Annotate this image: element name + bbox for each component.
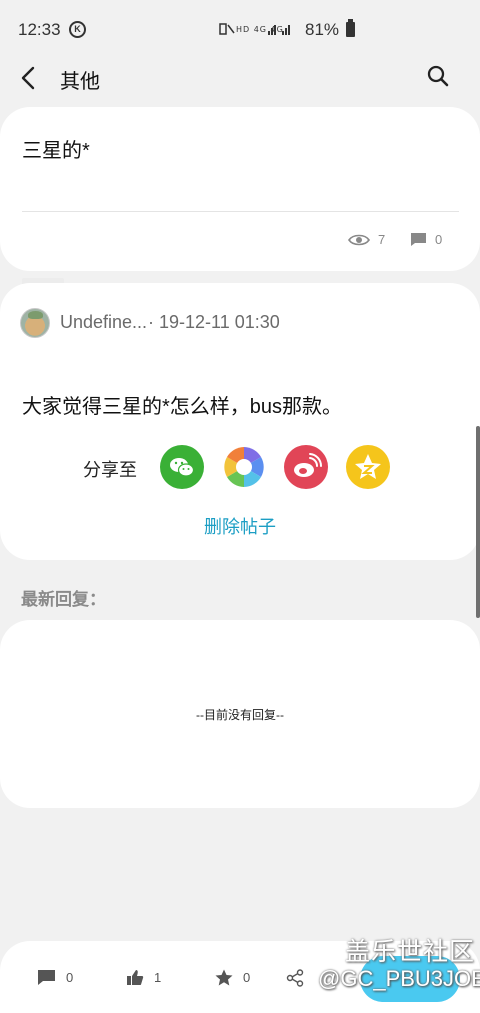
delete-post-button[interactable]: 删除帖子 — [0, 513, 480, 539]
post-header-card: 三星的* 新帖 7 0 — [0, 107, 480, 301]
status-bar: 12:33 K HD 4G 4G 81% — [0, 0, 480, 58]
watermark-handle: @GC_PBU3JOE — [318, 966, 480, 991]
views-count: 7 — [378, 232, 386, 247]
page-title: 其他 — [60, 71, 100, 93]
status-time: 12:33 — [18, 20, 61, 39]
share-label: 分享至 — [83, 460, 137, 480]
search-button[interactable] — [424, 62, 454, 92]
back-button[interactable] — [16, 62, 44, 94]
weibo-glyph-icon — [294, 453, 323, 477]
header: 其他 — [0, 58, 480, 98]
favorite-action[interactable]: 0 — [215, 969, 250, 986]
thumbs-up-icon — [127, 970, 144, 985]
comments-stat: 0 — [410, 232, 442, 247]
wechat-icon[interactable] — [160, 445, 204, 489]
comments-count: 0 — [435, 232, 443, 247]
star-icon — [215, 969, 233, 986]
eye-icon — [348, 234, 370, 245]
comment-count: 0 — [66, 970, 74, 985]
post-time: · 19-12-11 01:30 — [148, 312, 280, 332]
post-content: 大家觉得三星的*怎么样，bus那款。 — [22, 396, 343, 418]
back-arrow-icon — [21, 66, 35, 90]
aperture-icon — [224, 447, 264, 487]
share-icon — [286, 969, 304, 987]
app-badge-icon: K — [69, 21, 86, 38]
moments-icon[interactable] — [222, 445, 266, 489]
post-body-card: Undefine... · 19-12-11 01:30 大家觉得三星的*怎么样… — [0, 283, 480, 560]
svg-text:HD 4G 4G: HD 4G 4G — [236, 25, 284, 34]
comment-action[interactable]: 0 — [37, 969, 73, 986]
qzone-icon[interactable] — [346, 445, 390, 489]
divider — [22, 211, 459, 212]
empty-replies-text: --目前没有回复-- — [196, 708, 284, 722]
signal-icons: HD 4G 4G — [218, 21, 296, 40]
star-z-icon — [355, 454, 381, 479]
favorite-count: 0 — [243, 970, 251, 985]
scrollbar[interactable] — [476, 426, 480, 618]
like-count: 1 — [154, 970, 162, 985]
post-title: 三星的* — [22, 140, 90, 162]
search-icon — [427, 65, 449, 87]
avatar[interactable] — [20, 308, 50, 338]
network-icon: HD 4G 4G — [219, 23, 290, 35]
comment-icon — [411, 233, 426, 246]
comment-icon — [38, 970, 55, 985]
like-action[interactable]: 1 — [126, 969, 161, 986]
watermark-title: 盖乐世社区 — [345, 938, 476, 966]
battery-icon — [346, 19, 355, 37]
battery-percentage: 81% — [305, 20, 340, 39]
views-stat: 7 — [348, 232, 385, 247]
author-name[interactable]: Undefine... — [60, 312, 147, 333]
replies-card: --目前没有回复-- — [0, 620, 480, 808]
share-action[interactable] — [286, 969, 304, 987]
weibo-icon[interactable] — [284, 445, 328, 489]
replies-heading: 最新回复： — [21, 590, 106, 609]
wechat-glyph-icon — [170, 458, 195, 477]
